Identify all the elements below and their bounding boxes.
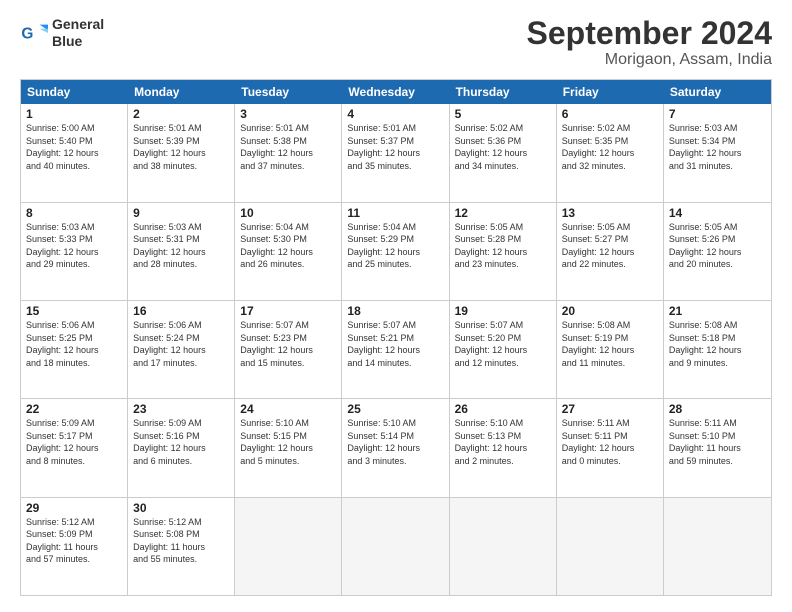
day-empty-1 (235, 498, 342, 595)
day-empty-2 (342, 498, 449, 595)
day-12: 12 Sunrise: 5:05 AMSunset: 5:28 PMDaylig… (450, 203, 557, 300)
day-9: 9 Sunrise: 5:03 AMSunset: 5:31 PMDayligh… (128, 203, 235, 300)
day-22: 22 Sunrise: 5:09 AMSunset: 5:17 PMDaylig… (21, 399, 128, 496)
day-empty-4 (557, 498, 664, 595)
day-7: 7 Sunrise: 5:03 AMSunset: 5:34 PMDayligh… (664, 104, 771, 201)
day-15: 15 Sunrise: 5:06 AMSunset: 5:25 PMDaylig… (21, 301, 128, 398)
day-11: 11 Sunrise: 5:04 AMSunset: 5:29 PMDaylig… (342, 203, 449, 300)
header-wednesday: Wednesday (342, 80, 449, 104)
day-25: 25 Sunrise: 5:10 AMSunset: 5:14 PMDaylig… (342, 399, 449, 496)
calendar-body: 1 Sunrise: 5:00 AMSunset: 5:40 PMDayligh… (21, 104, 771, 595)
week-row-2: 8 Sunrise: 5:03 AMSunset: 5:33 PMDayligh… (21, 203, 771, 301)
day-1: 1 Sunrise: 5:00 AMSunset: 5:40 PMDayligh… (21, 104, 128, 201)
header-tuesday: Tuesday (235, 80, 342, 104)
week-row-3: 15 Sunrise: 5:06 AMSunset: 5:25 PMDaylig… (21, 301, 771, 399)
day-20: 20 Sunrise: 5:08 AMSunset: 5:19 PMDaylig… (557, 301, 664, 398)
day-empty-3 (450, 498, 557, 595)
day-4: 4 Sunrise: 5:01 AMSunset: 5:37 PMDayligh… (342, 104, 449, 201)
header: G General Blue September 2024 Morigaon, … (20, 16, 772, 69)
header-thursday: Thursday (450, 80, 557, 104)
day-23: 23 Sunrise: 5:09 AMSunset: 5:16 PMDaylig… (128, 399, 235, 496)
title-block: September 2024 Morigaon, Assam, India (527, 16, 772, 69)
day-empty-5 (664, 498, 771, 595)
day-13: 13 Sunrise: 5:05 AMSunset: 5:27 PMDaylig… (557, 203, 664, 300)
day-24: 24 Sunrise: 5:10 AMSunset: 5:15 PMDaylig… (235, 399, 342, 496)
header-saturday: Saturday (664, 80, 771, 104)
logo: G General Blue (20, 16, 104, 50)
day-3: 3 Sunrise: 5:01 AMSunset: 5:38 PMDayligh… (235, 104, 342, 201)
day-27: 27 Sunrise: 5:11 AMSunset: 5:11 PMDaylig… (557, 399, 664, 496)
week-row-1: 1 Sunrise: 5:00 AMSunset: 5:40 PMDayligh… (21, 104, 771, 202)
header-friday: Friday (557, 80, 664, 104)
header-sunday: Sunday (21, 80, 128, 104)
day-28: 28 Sunrise: 5:11 AMSunset: 5:10 PMDaylig… (664, 399, 771, 496)
day-21: 21 Sunrise: 5:08 AMSunset: 5:18 PMDaylig… (664, 301, 771, 398)
calendar-header: Sunday Monday Tuesday Wednesday Thursday… (21, 80, 771, 104)
day-26: 26 Sunrise: 5:10 AMSunset: 5:13 PMDaylig… (450, 399, 557, 496)
logo-icon: G (20, 19, 48, 47)
day-18: 18 Sunrise: 5:07 AMSunset: 5:21 PMDaylig… (342, 301, 449, 398)
svg-text:G: G (21, 25, 33, 42)
day-2: 2 Sunrise: 5:01 AMSunset: 5:39 PMDayligh… (128, 104, 235, 201)
day-17: 17 Sunrise: 5:07 AMSunset: 5:23 PMDaylig… (235, 301, 342, 398)
location: Morigaon, Assam, India (527, 51, 772, 69)
day-19: 19 Sunrise: 5:07 AMSunset: 5:20 PMDaylig… (450, 301, 557, 398)
day-29: 29 Sunrise: 5:12 AMSunset: 5:09 PMDaylig… (21, 498, 128, 595)
day-8: 8 Sunrise: 5:03 AMSunset: 5:33 PMDayligh… (21, 203, 128, 300)
day-5: 5 Sunrise: 5:02 AMSunset: 5:36 PMDayligh… (450, 104, 557, 201)
header-monday: Monday (128, 80, 235, 104)
week-row-4: 22 Sunrise: 5:09 AMSunset: 5:17 PMDaylig… (21, 399, 771, 497)
day-6: 6 Sunrise: 5:02 AMSunset: 5:35 PMDayligh… (557, 104, 664, 201)
day-14: 14 Sunrise: 5:05 AMSunset: 5:26 PMDaylig… (664, 203, 771, 300)
page: G General Blue September 2024 Morigaon, … (0, 0, 792, 612)
day-16: 16 Sunrise: 5:06 AMSunset: 5:24 PMDaylig… (128, 301, 235, 398)
day-30: 30 Sunrise: 5:12 AMSunset: 5:08 PMDaylig… (128, 498, 235, 595)
calendar: Sunday Monday Tuesday Wednesday Thursday… (20, 79, 772, 596)
day-10: 10 Sunrise: 5:04 AMSunset: 5:30 PMDaylig… (235, 203, 342, 300)
month-title: September 2024 (527, 16, 772, 51)
week-row-5: 29 Sunrise: 5:12 AMSunset: 5:09 PMDaylig… (21, 498, 771, 595)
logo-text: General Blue (52, 16, 104, 50)
